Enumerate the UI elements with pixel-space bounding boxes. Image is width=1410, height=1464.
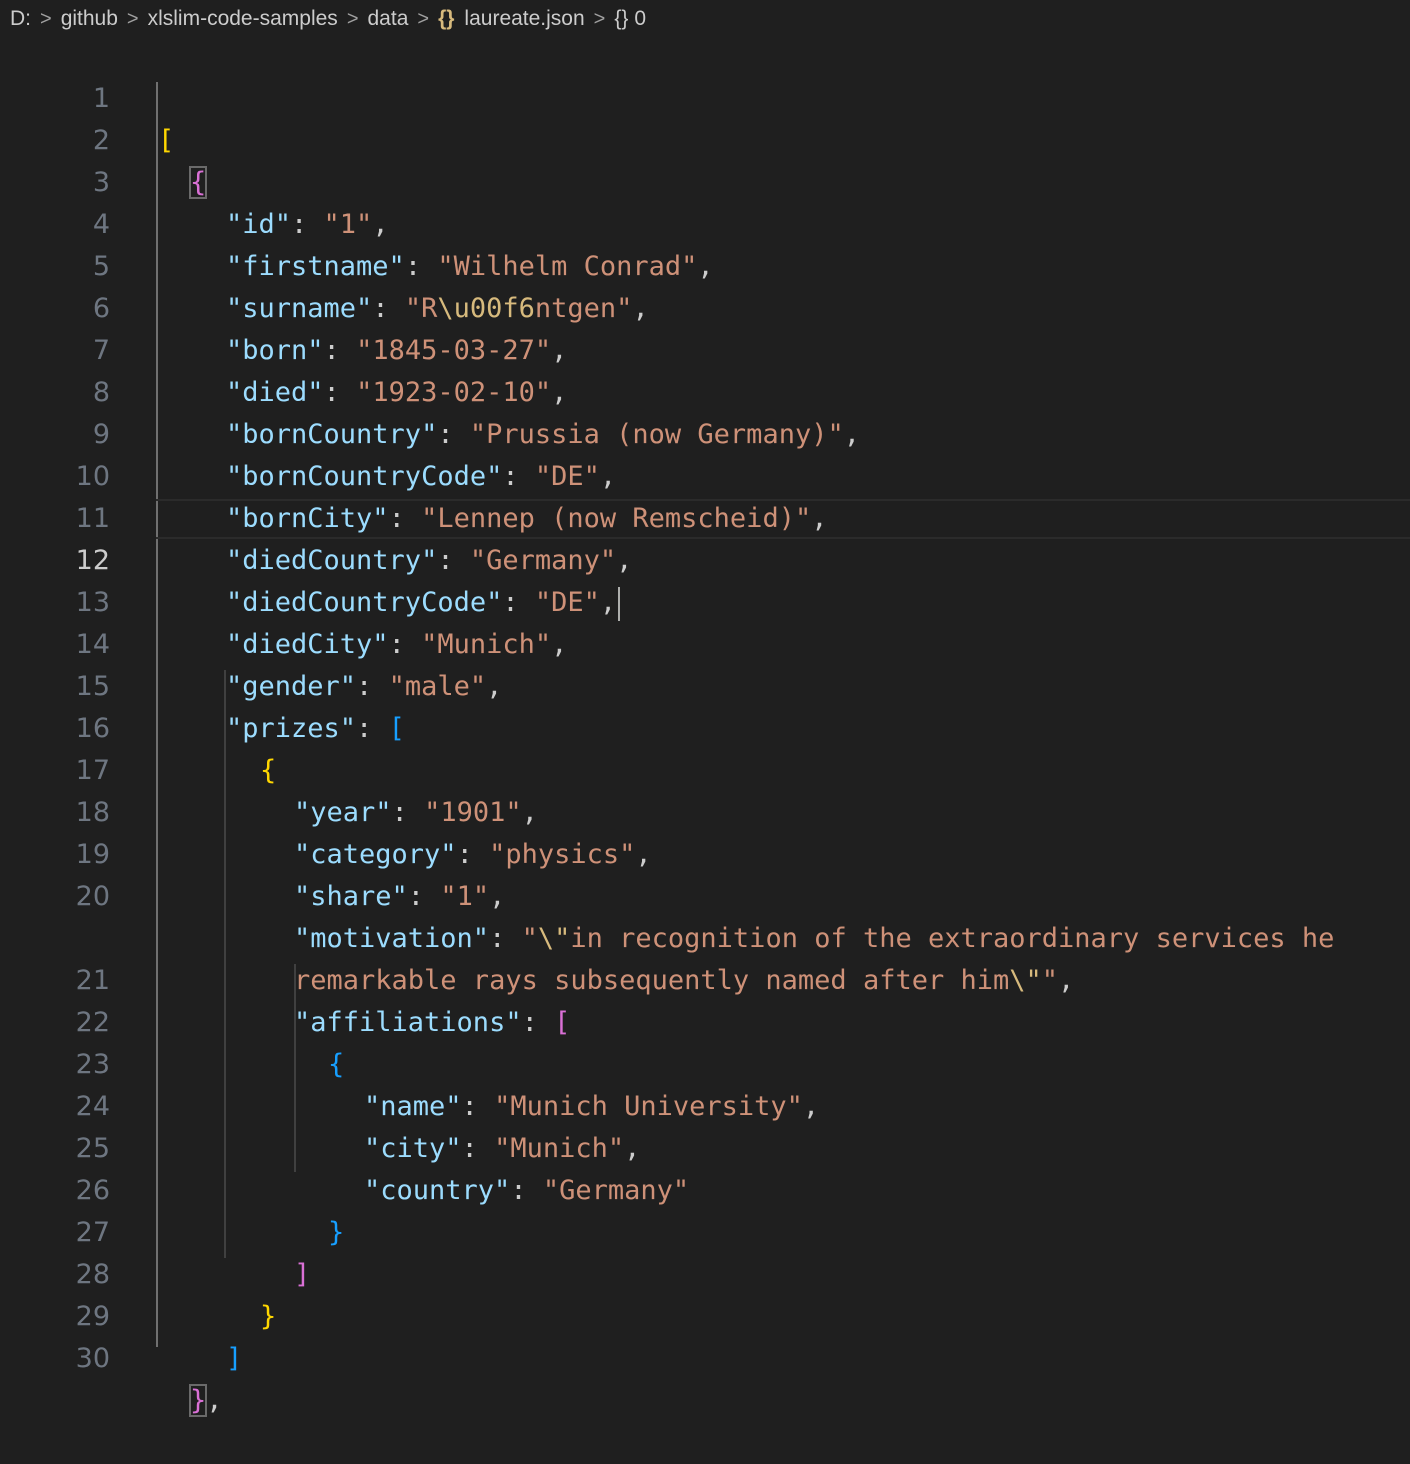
comma: , xyxy=(206,1385,223,1416)
code-line: 19 "share": "1", xyxy=(0,792,1410,912)
code-line: 18 "category": "physics", xyxy=(0,750,1410,870)
code-line: 6 "born": "1845-03-27", xyxy=(0,246,1410,366)
code-line: 4 "firstname": "Wilhelm Conrad", xyxy=(0,162,1410,282)
code-line: 5 "surname": "R\u00f6ntgen", xyxy=(0,204,1410,324)
breadcrumb-data-folder[interactable]: data xyxy=(368,7,409,31)
breadcrumb-file[interactable]: laureate.json xyxy=(464,7,584,31)
chevron-right-icon: > xyxy=(40,7,52,30)
chevron-right-icon: > xyxy=(417,7,430,30)
code-line: 11 "diedCountry": "Germany", xyxy=(0,456,1410,576)
json-file-icon: {} xyxy=(438,7,455,30)
code-line: 30 }, xyxy=(0,1296,1410,1417)
chevron-right-icon: > xyxy=(593,7,606,30)
breadcrumb-drive[interactable]: D: xyxy=(10,7,31,31)
code-line: 13 "diedCity": "Munich", xyxy=(0,540,1410,660)
code-line: 28 } xyxy=(0,1212,1410,1332)
code-line: 16 { xyxy=(0,666,1410,786)
code-line: 9 "bornCountryCode": "DE", xyxy=(0,372,1410,492)
code-line: 15 "prizes": [ xyxy=(0,624,1410,744)
code-line: 8 "bornCountry": "Prussia (now Germany)"… xyxy=(0,330,1410,450)
breadcrumb-symbol[interactable]: 0 xyxy=(634,7,646,31)
code-line: 2 { xyxy=(0,78,1410,199)
code-line: 3 "id": "1", xyxy=(0,120,1410,240)
chevron-right-icon: > xyxy=(126,7,139,30)
breadcrumb: D: > github > xlslim-code-samples > data… xyxy=(0,0,1410,38)
code-line: 17 "year": "1901", xyxy=(0,708,1410,828)
code-line: 22 { xyxy=(0,960,1410,1080)
breadcrumb-repo[interactable]: xlslim-code-samples xyxy=(148,7,338,31)
code-line: 1 [ xyxy=(0,36,1410,156)
breadcrumb-github[interactable]: github xyxy=(61,7,118,31)
code-line: 25 "country": "Germany" xyxy=(0,1086,1410,1206)
code-line-wrapped: remarkable rays subsequently named after… xyxy=(0,876,1410,996)
matched-bracket: } xyxy=(188,1384,208,1417)
code-line: 20 "motivation": "\"in recognition of th… xyxy=(0,834,1410,954)
code-line: 24 "city": "Munich", xyxy=(0,1044,1410,1164)
chevron-right-icon: > xyxy=(346,7,359,30)
code-line: 7 "died": "1923-02-10", xyxy=(0,288,1410,408)
code-line: 23 "name": "Munich University", xyxy=(0,1002,1410,1122)
code-line: 27 ] xyxy=(0,1170,1410,1290)
line-number: 30 xyxy=(75,1343,110,1374)
code-line: 14 "gender": "male", xyxy=(0,582,1410,702)
bracket: ] xyxy=(226,1343,243,1374)
code-line-active: 12 "diedCountryCode": "DE", xyxy=(0,498,1410,621)
object-symbol-icon: {} xyxy=(614,7,629,30)
code-line: 26 } xyxy=(0,1128,1410,1248)
code-line: 10 "bornCity": "Lennep (now Remscheid)", xyxy=(0,414,1410,534)
code-line: 21 "affiliations": [ xyxy=(0,918,1410,1038)
code-line: 29 ] xyxy=(0,1254,1410,1374)
